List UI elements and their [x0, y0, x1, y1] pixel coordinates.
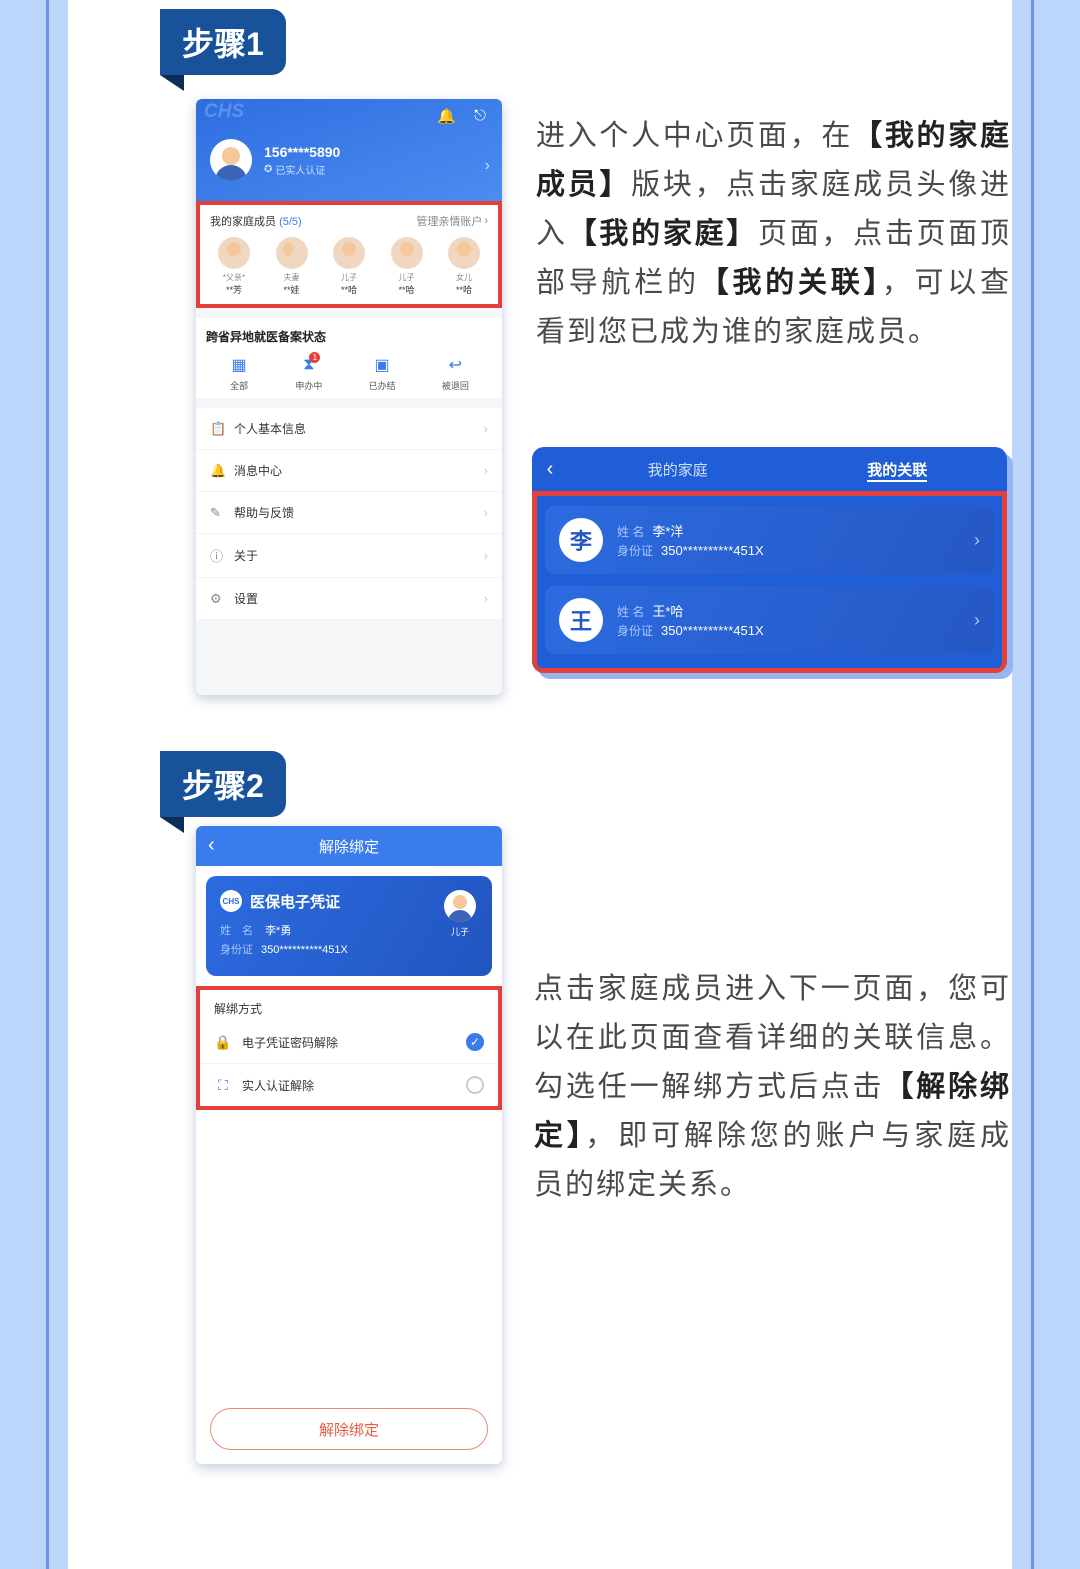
step1-phone-screenshot: CHS 🔔 ⎋ 156****5890 ✪已实人认证 › 我的家庭成员 (5/5… [196, 99, 502, 695]
profile-icon: 📋 [210, 421, 224, 437]
methods-title: 解绑方式 [200, 990, 498, 1021]
bell-icon[interactable]: 🔔 [437, 107, 456, 125]
status-all[interactable]: ▦全部 [229, 355, 249, 392]
menu-personal-info[interactable]: 📋个人基本信息› [196, 408, 502, 450]
family-list: *父亲***芳 夫妻**娃 儿子**哈 儿子**哈 女儿**哈 [206, 237, 492, 296]
family-member[interactable]: 儿子**哈 [381, 237, 433, 296]
lock-icon: 🔒 [214, 1033, 232, 1051]
exit-icon[interactable]: ⎋ [474, 107, 486, 124]
manage-family-link[interactable]: 管理亲情账户› [416, 213, 488, 229]
member-avatar: 儿子 [444, 890, 476, 938]
family-members-section[interactable]: 我的家庭成员 (5/5) 管理亲情账户› *父亲***芳 夫妻**娃 儿子**哈… [196, 201, 502, 308]
unbind-button[interactable]: 解除绑定 [210, 1408, 488, 1450]
settings-menu: 📋个人基本信息› 🔔消息中心› ✎帮助与反馈› ⓘ关于› ⚙设置› [196, 408, 502, 620]
status-processing[interactable]: ⧗1申办中 [295, 355, 322, 392]
menu-settings[interactable]: ⚙设置› [196, 578, 502, 620]
family-member[interactable]: 夫妻**娃 [266, 237, 318, 296]
pencil-icon: ✎ [210, 505, 224, 521]
step-1-tag: 步骤1 [160, 9, 286, 75]
menu-about[interactable]: ⓘ关于› [196, 534, 502, 578]
gear-icon: ⚙ [210, 591, 224, 607]
chevron-right-icon: › [484, 421, 488, 436]
tab-my-family[interactable]: 我的家庭 [568, 459, 788, 480]
page-right-border [1031, 0, 1034, 1569]
menu-help[interactable]: ✎帮助与反馈› [196, 492, 502, 534]
phone1-header: CHS 🔔 ⎋ 156****5890 ✪已实人认证 › [196, 99, 502, 201]
chevron-right-icon: › [484, 591, 488, 606]
cross-province-status: 跨省异地就医备案状态 ▦全部 ⧗1申办中 ▣已办结 ↩被退回 [196, 318, 502, 398]
status-done[interactable]: ▣已办结 [369, 355, 396, 392]
insurance-card: CHS 医保电子凭证 姓 名李*勇 身份证350**********451X 儿… [206, 876, 492, 976]
relation-list: 李 姓 名李*洋 身份证350**********451X › 王 姓 名王*哈… [532, 491, 1007, 673]
radio-unchecked-icon[interactable] [466, 1076, 484, 1094]
family-member[interactable]: 女儿**哈 [438, 237, 490, 296]
surname-avatar: 王 [559, 598, 603, 642]
back-icon[interactable]: ‹ [208, 834, 215, 857]
phone2-title: 解除绑定 [319, 836, 379, 857]
card-title: CHS 医保电子凭证 [220, 890, 478, 912]
avatar [210, 139, 252, 181]
radio-checked-icon[interactable] [466, 1033, 484, 1051]
unbind-option-password[interactable]: 🔒电子凭证密码解除 [200, 1021, 498, 1064]
family-member[interactable]: 儿子**哈 [323, 237, 375, 296]
back-icon[interactable]: ‹ [532, 458, 568, 481]
step2-phone-screenshot: ‹ 解除绑定 CHS 医保电子凭证 姓 名李*勇 身份证350*********… [196, 826, 502, 1464]
page-left-border [46, 0, 49, 1569]
profile-block[interactable]: 156****5890 ✪已实人认证 [210, 139, 340, 181]
chevron-right-icon: › [484, 505, 488, 520]
unbind-methods: 解绑方式 🔒电子凭证密码解除 ⛶实人认证解除 [196, 986, 502, 1110]
info-icon: ⓘ [210, 546, 224, 565]
unbind-option-realname[interactable]: ⛶实人认证解除 [200, 1064, 498, 1106]
step-2-tag: 步骤2 [160, 751, 286, 817]
family-member[interactable]: *父亲***芳 [208, 237, 260, 296]
family-title: 我的家庭成员 (5/5) [210, 213, 302, 229]
surname-avatar: 李 [559, 518, 603, 562]
bell-icon: 🔔 [210, 463, 224, 479]
chs-logo-icon: CHS [220, 890, 242, 912]
status-returned[interactable]: ↩被退回 [442, 355, 469, 392]
chevron-right-icon: › [485, 157, 490, 175]
menu-messages[interactable]: 🔔消息中心› [196, 450, 502, 492]
chevron-right-icon: › [484, 463, 488, 478]
verified-badge: ✪已实人认证 [264, 162, 340, 177]
relation-item[interactable]: 李 姓 名李*洋 身份证350**********451X › [545, 506, 994, 574]
chevron-right-icon: › [484, 548, 488, 563]
phone-number: 156****5890 [264, 144, 340, 160]
phone2-header: ‹ 解除绑定 [196, 826, 502, 866]
step1-description: 进入个人中心页面，在【我的家庭成员】版块，点击家庭成员头像进入【我的家庭】页面，… [536, 112, 1011, 357]
status-title: 跨省异地就医备案状态 [206, 328, 492, 345]
page: 步骤1 CHS 🔔 ⎋ 156****5890 ✪已实人认证 › 我的家庭成员 … [68, 0, 1012, 1569]
chevron-right-icon: › [974, 530, 980, 551]
chevron-right-icon: › [974, 610, 980, 631]
face-scan-icon: ⛶ [214, 1076, 232, 1094]
my-relation-panel: ‹ 我的家庭 我的关联 李 姓 名李*洋 身份证350**********451… [532, 447, 1007, 673]
step2-description: 点击家庭成员进入下一页面，您可以在此页面查看详细的关联信息。勾选任一解绑方式后点… [534, 965, 1011, 1210]
relation-item[interactable]: 王 姓 名王*哈 身份证350**********451X › [545, 586, 994, 654]
tab-my-relation[interactable]: 我的关联 [788, 459, 1008, 480]
brand-logo: CHS [204, 101, 244, 123]
